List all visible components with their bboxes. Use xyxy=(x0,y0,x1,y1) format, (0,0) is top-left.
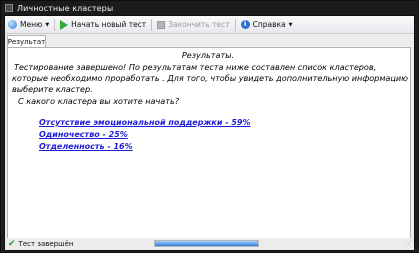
menu-label: Меню xyxy=(20,20,43,29)
progress-bar xyxy=(154,240,259,247)
menu-icon xyxy=(8,20,17,29)
finish-test-button[interactable]: Закончить тест xyxy=(154,17,232,32)
check-icon: ✔ xyxy=(8,239,16,249)
main-frame: Меню ▼ Начать новый тест Закончить тест … xyxy=(4,15,415,251)
app-window: Личностные кластеры Меню ▼ Начать новый … xyxy=(0,0,419,253)
finish-test-label: Закончить тест xyxy=(168,20,230,29)
title-bar[interactable]: Личностные кластеры xyxy=(1,1,418,15)
tab-result[interactable]: Результат xyxy=(7,35,46,47)
help-label: Справка xyxy=(252,20,286,29)
status-text: Тест завершён xyxy=(18,240,74,248)
toolbar-separator xyxy=(151,18,153,31)
app-icon xyxy=(5,4,13,12)
result-heading: Результаты. xyxy=(181,50,235,60)
cluster-link[interactable]: Отсутствие эмоциональной поддержки - 59% xyxy=(39,117,251,129)
cluster-link[interactable]: Одиночество - 25% xyxy=(39,129,128,141)
toolbar: Меню ▼ Начать новый тест Закончить тест … xyxy=(5,16,414,34)
toolbar-separator xyxy=(234,18,236,31)
result-text-line1: Тестирование завершено! По результатам т… xyxy=(14,62,377,72)
help-button[interactable]: i Справка ▼ xyxy=(238,17,296,32)
result-text-line3: выберите кластер. xyxy=(12,84,93,94)
tab-strip: Результат xyxy=(5,34,414,47)
result-panel: Результаты. Тестирование завершено! По р… xyxy=(7,47,411,243)
result-text-line2: которые необходимо проработать . Для тог… xyxy=(12,73,408,83)
cluster-link[interactable]: Отделенность - 16% xyxy=(39,141,133,153)
help-icon: i xyxy=(240,20,250,29)
new-test-label: Начать новый тест xyxy=(71,20,147,29)
resize-grip-icon[interactable]: ⋰ xyxy=(405,240,412,248)
toolbar-separator xyxy=(54,18,56,31)
window-title: Личностные кластеры xyxy=(17,3,114,13)
progress-fill xyxy=(155,241,258,246)
chevron-down-icon: ▼ xyxy=(288,21,293,28)
result-question: С какого кластера вы хотите начать? xyxy=(18,96,180,106)
chevron-down-icon: ▼ xyxy=(45,21,50,28)
status-bar: ✔ Тест завершён ⋰ xyxy=(5,238,414,250)
new-test-button[interactable]: Начать новый тест xyxy=(57,17,149,32)
menu-button[interactable]: Меню ▼ xyxy=(5,17,52,32)
stop-icon xyxy=(157,20,166,29)
play-icon xyxy=(60,19,69,30)
